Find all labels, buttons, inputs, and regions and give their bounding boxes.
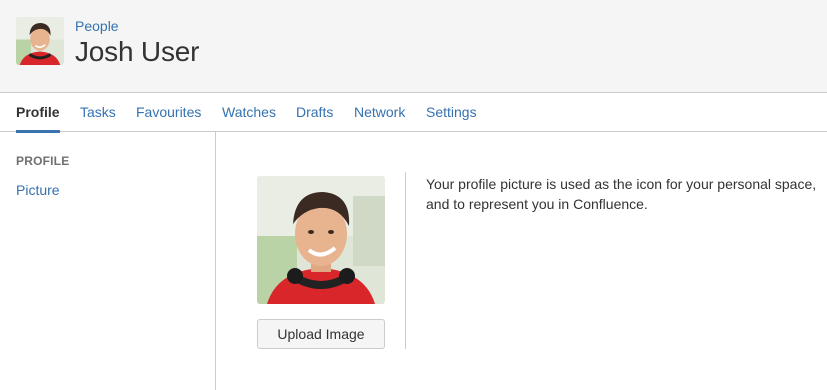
- page-title: Josh User: [75, 36, 200, 67]
- tab-tasks[interactable]: Tasks: [80, 93, 116, 132]
- breadcrumb-people[interactable]: People: [75, 18, 119, 34]
- sidebar-item-picture[interactable]: Picture: [16, 182, 60, 198]
- vertical-divider: [405, 172, 406, 349]
- sidebar: PROFILE Picture: [0, 132, 216, 390]
- profile-photo-icon: [257, 176, 385, 304]
- page-header: People Josh User: [0, 0, 827, 93]
- profile-tabs: Profile Tasks Favourites Watches Drafts …: [0, 93, 827, 133]
- tab-profile[interactable]: Profile: [16, 93, 60, 133]
- tab-settings[interactable]: Settings: [426, 93, 477, 132]
- profile-picture: [257, 176, 385, 304]
- tab-network[interactable]: Network: [354, 93, 405, 132]
- sidebar-heading: PROFILE: [16, 154, 70, 168]
- upload-image-button[interactable]: Upload Image: [257, 319, 385, 349]
- tab-watches[interactable]: Watches: [222, 93, 276, 132]
- user-avatar[interactable]: [16, 17, 64, 65]
- profile-picture-description: Your profile picture is used as the icon…: [426, 176, 817, 212]
- avatar-photo-icon: [16, 17, 64, 65]
- tab-drafts[interactable]: Drafts: [296, 93, 333, 132]
- tab-favourites[interactable]: Favourites: [136, 93, 201, 132]
